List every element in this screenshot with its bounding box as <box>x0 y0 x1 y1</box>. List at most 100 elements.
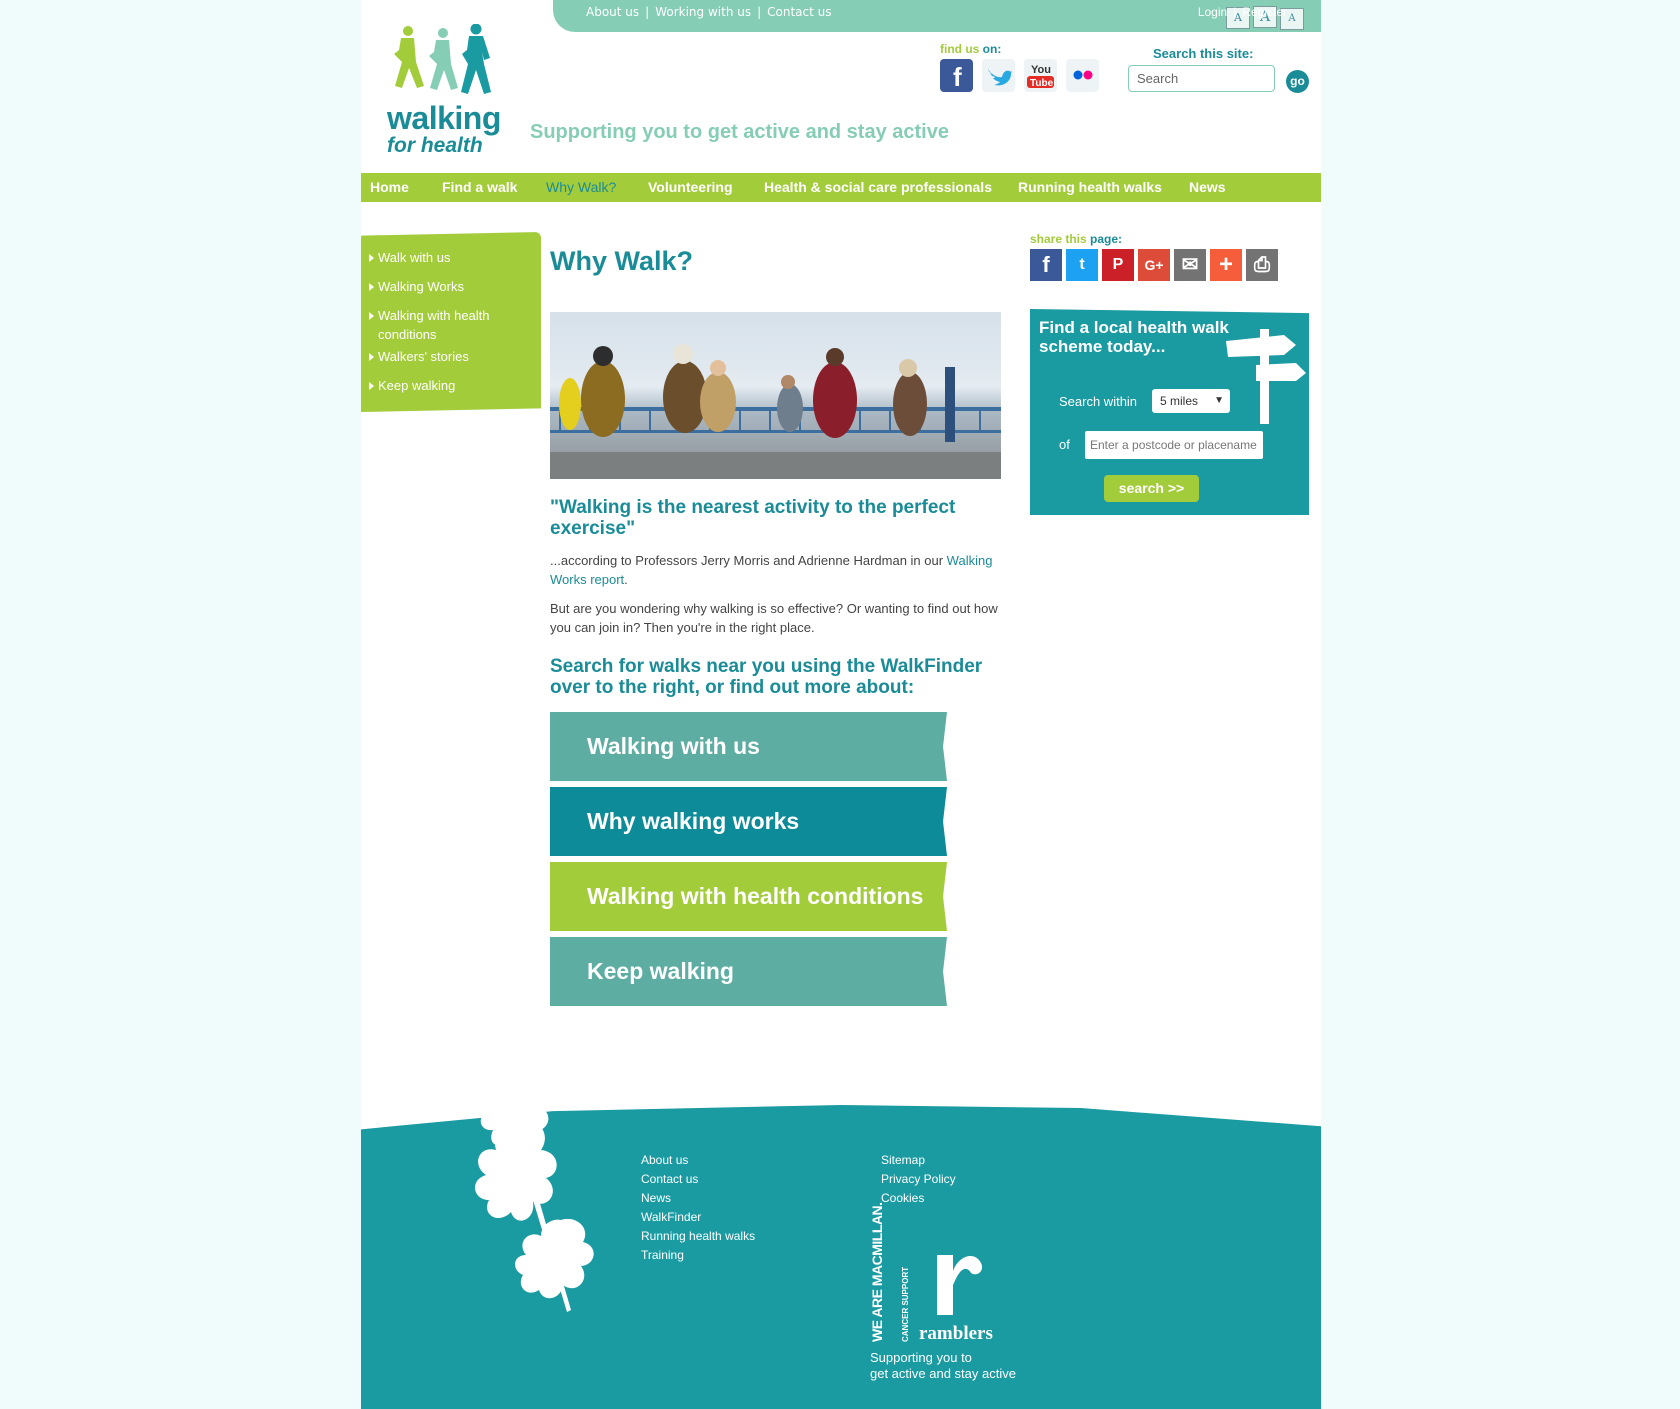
page-title: Why Walk? <box>550 246 694 276</box>
macmillan-logo-text: WE ARE MACMILLAN. <box>869 1202 885 1342</box>
sidebar-item-label: Walking with health conditions <box>378 308 490 342</box>
logo-subtitle: for health <box>387 134 483 157</box>
svg-text:Tube: Tube <box>1030 78 1054 89</box>
macmillan-logo[interactable]: WE ARE MACMILLAN. CANCER SUPPORT <box>869 1202 917 1342</box>
why-walking-works-button[interactable]: Why walking works <box>550 787 947 856</box>
walkfinder-subheading: Search for walks near you using the Walk… <box>550 656 983 698</box>
find-us-on-text: on: <box>982 42 1002 56</box>
about-us-link[interactable]: About us <box>586 5 639 19</box>
youtube-icon[interactable]: You Tube <box>1024 59 1057 92</box>
arrow-icon <box>369 312 374 320</box>
oak-leaves-icon <box>474 1065 594 1312</box>
sidebar-item-label: Walking Works <box>378 279 464 294</box>
logo-wordmark: walking <box>387 100 501 136</box>
share-pinterest-icon[interactable]: P <box>1102 249 1134 281</box>
page: About us | Working with us | Contact us AAA … <box>361 0 1321 1409</box>
footer-tagline: Supporting you to get active and stay ac… <box>870 1350 1016 1382</box>
dropdown-arrow-icon: ▼ <box>1214 395 1224 406</box>
section-sidebar: Walk with us Walking Works Walking with … <box>361 232 541 412</box>
question-paragraph: But are you wondering why walking is so … <box>550 601 998 635</box>
svg-text:You: You <box>1031 64 1051 76</box>
distance-value: 5 miles <box>1160 394 1199 408</box>
footer-running-health-walks-link[interactable]: Running health walks <box>641 1229 755 1243</box>
find-us-text: find us <box>940 42 980 56</box>
flickr-icon[interactable] <box>1066 59 1099 92</box>
share-facebook-icon[interactable]: f <box>1030 249 1062 281</box>
separator: | <box>757 5 762 19</box>
share-more-icon[interactable]: + <box>1210 249 1242 281</box>
walking-with-health-conditions-button[interactable]: Walking with health conditions <box>550 862 947 931</box>
footer-tagline-line1: Supporting you to <box>870 1350 972 1365</box>
footer-contact-us-link[interactable]: Contact us <box>641 1172 698 1186</box>
share-google-plus-icon[interactable]: G+ <box>1138 249 1170 281</box>
nav-running-health-walks[interactable]: Running health walks <box>1018 179 1162 195</box>
arrow-icon <box>369 353 374 361</box>
nav-volunteering[interactable]: Volunteering <box>648 179 733 195</box>
walk-finder-panel: Find a local health walk scheme today...… <box>1030 309 1309 515</box>
walk-finder-heading: Find a local health walk scheme today... <box>1039 318 1229 356</box>
footer-about-us-link[interactable]: About us <box>641 1153 688 1167</box>
ramblers-logo[interactable]: ramblers <box>919 1245 1009 1345</box>
facebook-icon[interactable]: f <box>940 59 973 92</box>
intro-suffix: . <box>624 572 628 587</box>
sidebar-item-health-conditions[interactable]: Walking with health conditions <box>369 306 518 344</box>
intro-text: ...according to Professors Jerry Morris … <box>550 553 947 568</box>
account-links: Login | Register <box>1198 5 1287 19</box>
nav-find-a-walk[interactable]: Find a walk <box>442 179 517 195</box>
main-nav: Home Find a walk Why Walk? Volunteering … <box>361 173 1321 202</box>
intro-paragraph: ...according to Professors Jerry Morris … <box>550 551 1002 589</box>
quote-heading: "Walking is the nearest activity to the … <box>550 497 956 539</box>
walking-with-us-button[interactable]: Walking with us <box>550 712 947 781</box>
footer-cookies-link[interactable]: Cookies <box>881 1191 924 1205</box>
login-link[interactable]: Login <box>1198 5 1227 19</box>
footer-training-link[interactable]: Training <box>641 1248 684 1262</box>
logo[interactable]: walking for health <box>361 0 521 160</box>
share-twitter-icon[interactable]: t <box>1066 249 1098 281</box>
footer-privacy-policy-link[interactable]: Privacy Policy <box>881 1172 956 1186</box>
top-bar: About us | Working with us | Contact us AAA … <box>553 0 1321 32</box>
search-go-button[interactable]: go <box>1286 70 1309 93</box>
ramblers-wordmark: ramblers <box>919 1323 993 1344</box>
footer-tagline-line2: get active and stay active <box>870 1366 1016 1381</box>
sidebar-item-walking-works[interactable]: Walking Works <box>369 277 464 296</box>
sidebar-item-walk-with-us[interactable]: Walk with us <box>369 248 451 267</box>
sidebar-item-label: Walkers' stories <box>378 349 469 364</box>
macmillan-logo-subtext: CANCER SUPPORT <box>901 1266 910 1342</box>
register-link[interactable]: Register <box>1242 5 1287 19</box>
arrow-icon <box>369 382 374 390</box>
sidebar-item-label: Walk with us <box>378 250 451 265</box>
signpost-icon <box>1226 329 1306 424</box>
search-within-label: Search within <box>1059 394 1138 409</box>
footer-news-link[interactable]: News <box>641 1191 671 1205</box>
postcode-input[interactable]: Enter a postcode or placename <box>1085 431 1263 459</box>
find-us-label: find us on: <box>940 42 1001 56</box>
nav-why-walk[interactable]: Why Walk? <box>546 179 616 195</box>
twitter-icon[interactable] <box>982 59 1015 92</box>
walk-finder-search-button[interactable]: search >> <box>1104 475 1199 502</box>
share-page-text: page: <box>1090 232 1123 246</box>
nav-news[interactable]: News <box>1189 179 1226 195</box>
walkers-photo <box>550 312 1001 479</box>
working-with-us-link[interactable]: Working with us <box>655 5 751 19</box>
share-email-icon[interactable]: ✉ <box>1174 249 1206 281</box>
site-tagline: Supporting you to get active and stay ac… <box>530 121 949 143</box>
footer-sitemap-link[interactable]: Sitemap <box>881 1153 925 1167</box>
contact-us-link[interactable]: Contact us <box>767 5 831 19</box>
separator: | <box>1233 5 1237 19</box>
sidebar-item-walkers-stories[interactable]: Walkers' stories <box>369 347 469 366</box>
share-print-icon[interactable]: ⎙ <box>1246 249 1278 281</box>
utility-links: About us | Working with us | Contact us <box>586 5 832 19</box>
svg-text:f: f <box>953 62 962 92</box>
nav-home[interactable]: Home <box>370 179 409 195</box>
ramblers-r-icon <box>937 1255 983 1315</box>
walkers-logo-icon <box>394 24 491 94</box>
search-input[interactable]: Search <box>1128 65 1275 92</box>
nav-health-social-care[interactable]: Health & social care professionals <box>764 179 992 195</box>
of-label: of <box>1059 437 1070 452</box>
arrow-icon <box>369 283 374 291</box>
share-this-text: share this <box>1030 232 1087 246</box>
sidebar-item-keep-walking[interactable]: Keep walking <box>369 376 455 395</box>
keep-walking-button[interactable]: Keep walking <box>550 937 947 1006</box>
distance-select[interactable]: 5 miles ▼ <box>1152 389 1230 413</box>
footer-walkfinder-link[interactable]: WalkFinder <box>641 1210 701 1224</box>
